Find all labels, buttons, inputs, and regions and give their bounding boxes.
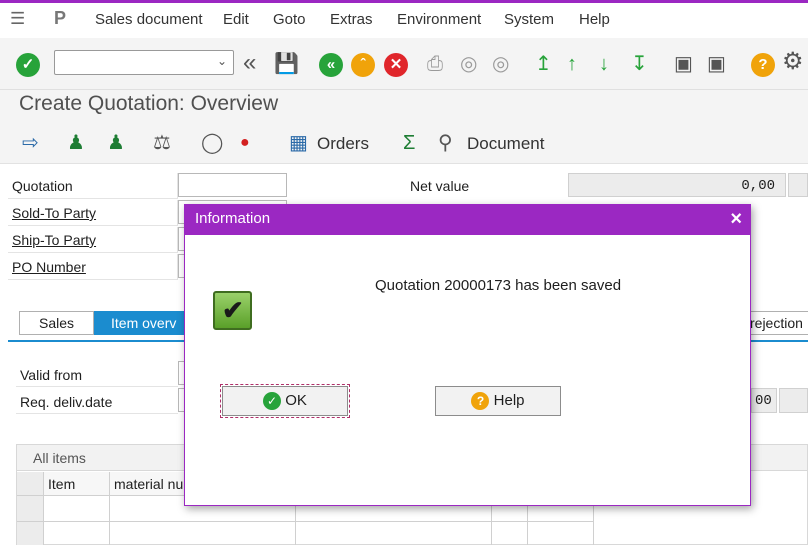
table-cell[interactable]	[492, 522, 528, 545]
net-value-field: 0,00	[568, 173, 786, 197]
help-icon: ?	[471, 392, 490, 411]
table-cell[interactable]	[296, 522, 492, 545]
save-icon[interactable]: 💾	[274, 52, 299, 76]
tab-item-overview[interactable]: Item overv	[94, 311, 186, 335]
orders-button[interactable]: Orders	[317, 134, 369, 154]
system-toolbar: ✓ ⌄ « 💾 « ˆ ✕ ⎙ ◎ ◎ ↥ ↑ ↓ ↧ ▣ ▣ ? ⚙	[0, 38, 808, 90]
print-icon[interactable]: ⎙	[427, 52, 443, 76]
enter-check-icon[interactable]: ✓	[16, 53, 40, 77]
previous-page-icon[interactable]: ↑	[567, 52, 577, 76]
table-cell[interactable]	[44, 522, 110, 545]
valid-from-label: Valid from	[16, 361, 178, 387]
back-icon[interactable]: «	[319, 53, 343, 77]
dialog-header: Information ×	[185, 205, 750, 235]
incompletion-log-icon[interactable]: ●	[240, 131, 250, 155]
exit-icon[interactable]: ˆ	[351, 53, 375, 77]
find-next-icon[interactable]: ◎	[492, 52, 509, 76]
req-deliv-date-label: Req. deliv.date	[16, 388, 178, 414]
ok-focus-frame	[220, 384, 350, 418]
success-check-icon: ✔	[213, 291, 252, 330]
double-chevron-left-icon[interactable]: «	[243, 51, 256, 75]
sap-p-icon[interactable]: P	[54, 8, 66, 29]
menu-extras[interactable]: Extras	[330, 11, 373, 28]
next-page-icon[interactable]: ↓	[599, 52, 609, 76]
information-dialog: Information × ✔ Quotation 20000173 has b…	[184, 204, 751, 506]
document-flow-icon[interactable]: ⚲	[438, 131, 453, 155]
column-header-item[interactable]: Item	[44, 472, 110, 496]
page-title: Create Quotation: Overview	[19, 92, 279, 115]
req-deliv-value-field: 00	[751, 388, 777, 413]
menu-sales-document[interactable]: Sales document	[95, 11, 203, 28]
first-page-icon[interactable]: ↥	[535, 52, 552, 76]
menu-icon[interactable]: ☰	[10, 9, 25, 29]
po-number-label[interactable]: PO Number	[8, 254, 178, 280]
table-title: All items	[33, 450, 86, 466]
quotation-field[interactable]	[178, 173, 287, 197]
chevron-down-icon[interactable]: ⌄	[217, 54, 227, 68]
table-cell[interactable]	[44, 496, 110, 522]
document-button[interactable]: Document	[467, 134, 544, 154]
quotation-label: Quotation	[8, 173, 178, 199]
find-icon[interactable]: ◎	[460, 52, 477, 76]
row-selector[interactable]	[17, 496, 44, 522]
sold-to-party-label[interactable]: Sold-To Party	[8, 200, 178, 226]
menu-help[interactable]: Help	[579, 11, 610, 28]
table-cell[interactable]	[528, 522, 594, 545]
row-selector-header[interactable]	[17, 472, 44, 496]
menu-environment[interactable]: Environment	[397, 11, 481, 28]
help-button[interactable]: ? Help	[435, 386, 561, 416]
last-page-icon[interactable]: ↧	[631, 52, 648, 76]
pricing-icon[interactable]: ◯	[201, 131, 223, 155]
partner-icon[interactable]: ♟	[107, 131, 125, 155]
menu-edit[interactable]: Edit	[223, 11, 249, 28]
scale-icon[interactable]: ⚖	[153, 131, 171, 155]
title-area: Create Quotation: Overview	[0, 90, 808, 124]
orders-grid-icon[interactable]: ▦	[289, 131, 308, 155]
shortcut-icon[interactable]: ▣	[707, 52, 726, 76]
menu-system[interactable]: System	[504, 11, 554, 28]
menu-goto[interactable]: Goto	[273, 11, 306, 28]
header-partner-icon[interactable]: ♟	[67, 131, 85, 155]
gear-icon[interactable]: ⚙	[782, 50, 804, 74]
help-label: Help	[493, 392, 525, 409]
command-field[interactable]: ⌄	[54, 50, 234, 75]
net-value-label: Net value	[410, 178, 470, 194]
dialog-title: Information	[195, 210, 271, 227]
cancel-icon[interactable]: ✕	[384, 53, 408, 77]
tab-sales[interactable]: Sales	[19, 311, 94, 335]
application-toolbar: ⇨ ♟ ♟ ⚖ ◯ ● ▦ Orders Σ ⚲ Document	[0, 124, 808, 164]
req-deliv-unit-field	[779, 388, 808, 413]
help-icon[interactable]: ?	[751, 53, 775, 77]
row-selector[interactable]	[17, 522, 44, 545]
close-icon[interactable]: ×	[730, 208, 742, 231]
currency-field	[788, 173, 808, 197]
ship-to-party-label[interactable]: Ship-To Party	[8, 227, 178, 253]
display-doc-flow-icon[interactable]: ⇨	[22, 131, 39, 155]
create-session-icon[interactable]: ▣	[674, 52, 693, 76]
menu-bar: ☰ P Sales document Edit Goto Extras Envi…	[0, 0, 808, 38]
sum-icon[interactable]: Σ	[403, 131, 415, 155]
tab-reason-for-rejection[interactable]: rejection	[746, 311, 808, 335]
table-cell[interactable]	[110, 522, 296, 545]
dialog-message: Quotation 20000173 has been saved	[375, 277, 622, 294]
